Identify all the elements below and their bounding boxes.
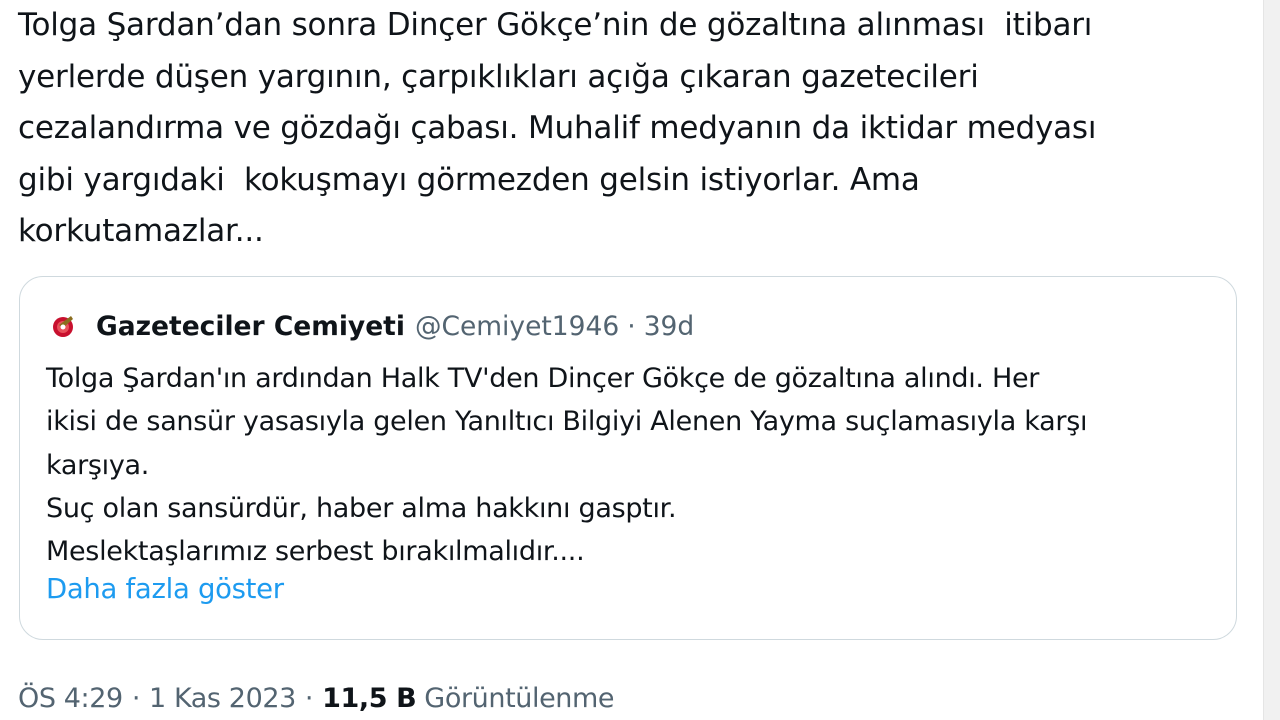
quoted-tweet-time[interactable]: 39d bbox=[644, 311, 695, 342]
scrollbar[interactable] bbox=[1263, 0, 1280, 720]
separator-dot: · bbox=[131, 682, 141, 714]
quoted-author-handle[interactable]: @Cemiyet1946 bbox=[415, 311, 619, 342]
tweet-date[interactable]: 1 Kas 2023 bbox=[149, 683, 296, 714]
views-label: Görüntülenme bbox=[424, 682, 615, 714]
views-count: 11,5 B bbox=[322, 682, 417, 714]
separator-dot: · bbox=[627, 310, 636, 342]
tweet-time[interactable]: ÖS 4:29 bbox=[18, 683, 123, 714]
quoted-tweet-header: Gazeteciler Cemiyeti @Cemiyet1946 · 39d bbox=[48, 306, 694, 346]
quoted-author-name[interactable]: Gazeteciler Cemiyeti bbox=[96, 311, 405, 342]
tweet-meta: ÖS 4:29 · 1 Kas 2023 · 11,5 B Görüntülen… bbox=[18, 678, 615, 718]
tweet-text: Tolga Şardan’dan sonra Dinçer Gökçe’nin … bbox=[18, 7, 1097, 249]
gazeteciler-cemiyeti-logo-icon[interactable] bbox=[48, 309, 82, 343]
separator-dot: · bbox=[304, 682, 314, 714]
quoted-tweet-text: Tolga Şardan'ın ardından Halk TV'den Din… bbox=[46, 363, 1088, 568]
show-more-link[interactable]: Daha fazla göster bbox=[46, 573, 284, 605]
